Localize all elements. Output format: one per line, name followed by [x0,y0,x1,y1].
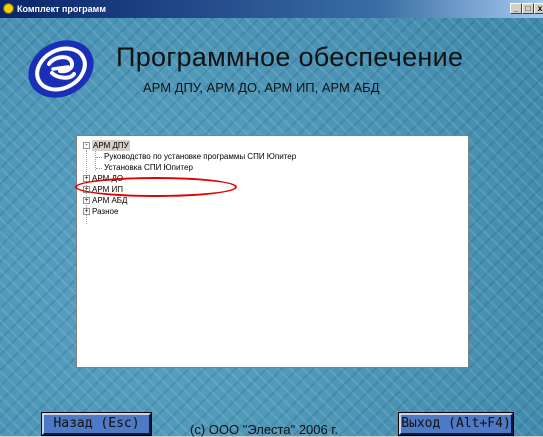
tree-node-label[interactable]: Разное [92,206,118,217]
elesta-logo-icon [28,40,94,98]
minimize-button[interactable]: _ [510,3,522,14]
red-highlight-ellipse [75,177,237,197]
maximize-button[interactable]: □ [522,3,534,14]
main-panel: Программное обеспечение АРМ ДПУ, АРМ ДО,… [0,18,543,437]
tree-node-label[interactable]: АРМ АБД [92,195,127,206]
page-subtitle: АРМ ДПУ, АРМ ДО, АРМ ИП, АРМ АБД [143,80,380,95]
close-button[interactable]: x [534,3,543,14]
page-title: Программное обеспечение [116,42,464,72]
tree-node-label[interactable]: АРМ ДПУ [92,140,130,151]
tree-guide-line [95,149,96,170]
tree-guide-line [96,157,102,158]
title-bar[interactable]: Комплект программ _ □ x [0,0,543,18]
collapse-icon[interactable]: - [83,142,90,149]
tree-node-label[interactable]: Руководство по установке программы СПИ Ю… [104,151,296,162]
app-icon[interactable] [3,3,14,14]
tree-node-label[interactable]: Установка СПИ Юпитер [104,162,193,173]
tree-guide-line [96,168,102,169]
program-tree[interactable]: - АРМ ДПУ Руководство по установке прогр… [76,135,469,368]
exit-button[interactable]: Выход (Alt+F4) [398,412,514,436]
copyright-text: (c) ООО "Элеста" 2006 г. [190,422,339,437]
expand-icon[interactable]: + [83,208,90,215]
expand-icon[interactable]: + [83,197,90,204]
back-button[interactable]: Назад (Esc) [41,412,152,436]
window-title: Комплект программ [17,4,106,14]
app-window: Комплект программ _ □ x Программное обес… [0,0,543,437]
